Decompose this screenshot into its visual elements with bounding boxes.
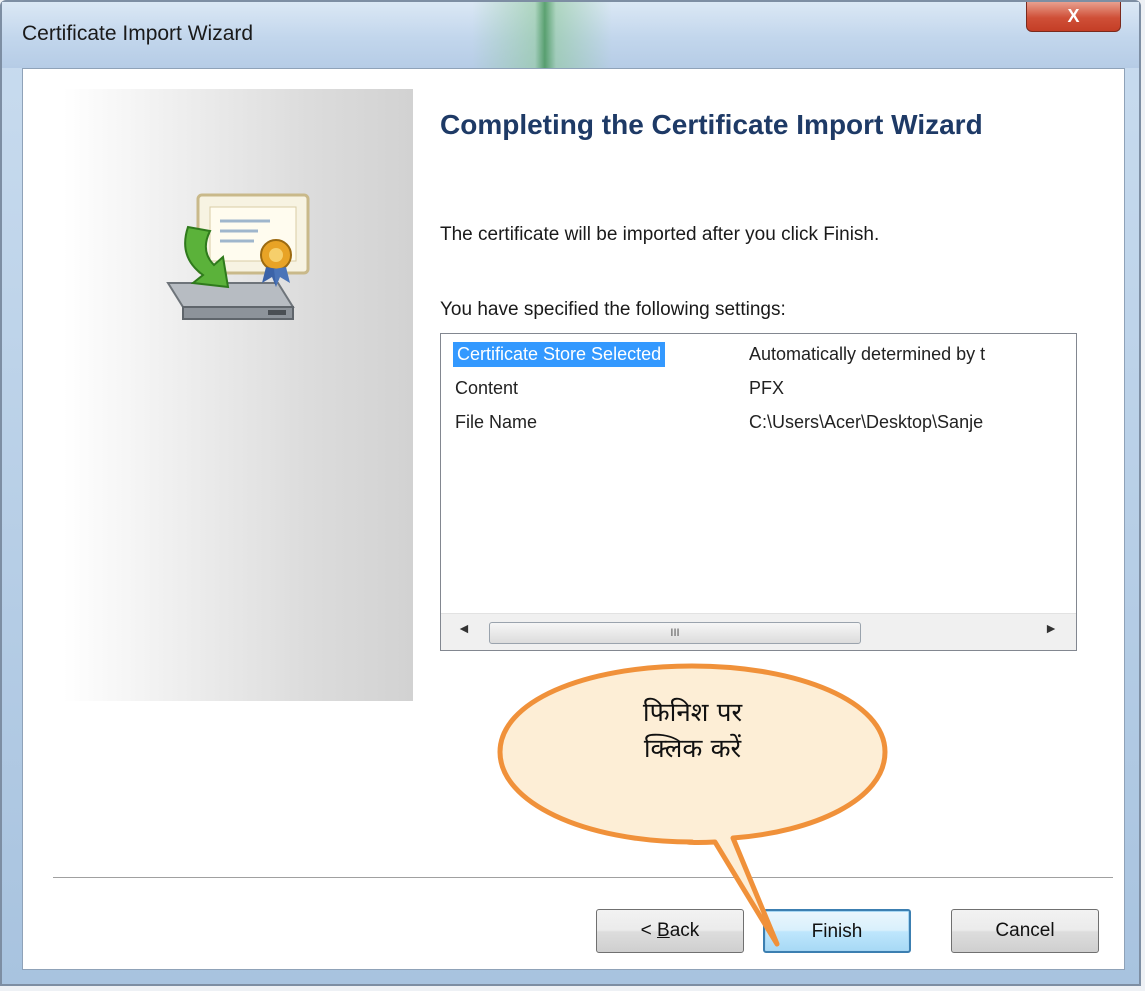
- setting-value: PFX: [749, 378, 785, 398]
- right-arrow-icon[interactable]: ►: [1044, 620, 1058, 636]
- scrollbar-thumb[interactable]: III: [489, 622, 861, 644]
- settings-list[interactable]: Certificate Store Selected Automatically…: [440, 333, 1077, 651]
- title-bar[interactable]: Certificate Import Wizard X: [2, 2, 1139, 68]
- close-button[interactable]: X: [1026, 2, 1121, 32]
- certificate-import-icon: [166, 193, 310, 320]
- horizontal-scrollbar[interactable]: ◄ III ►: [441, 613, 1076, 650]
- callout-line-1: फिनिश पर: [642, 698, 743, 728]
- setting-key: Content: [455, 378, 519, 398]
- settings-label: You have specified the following setting…: [440, 299, 786, 320]
- setting-value: C:\Users\Acer\Desktop\Sanje: [749, 412, 984, 432]
- left-arrow-icon[interactable]: ◄: [457, 620, 471, 636]
- title-bar-glow: [472, 2, 612, 68]
- setting-key: Certificate Store Selected: [453, 342, 666, 367]
- cancel-button[interactable]: Cancel: [951, 909, 1099, 953]
- setting-key: File Name: [455, 412, 538, 432]
- callout-text: फिनिश पर क्लिक करें: [495, 695, 890, 767]
- wizard-side-panel: [63, 89, 413, 701]
- description-text: The certificate will be imported after y…: [440, 224, 880, 245]
- callout-line-2: क्लिक करें: [643, 734, 742, 764]
- page-title: Completing the Certificate Import Wizard: [440, 109, 983, 140]
- window-title: Certificate Import Wizard: [22, 22, 254, 45]
- setting-value: Automatically determined by t: [749, 344, 986, 364]
